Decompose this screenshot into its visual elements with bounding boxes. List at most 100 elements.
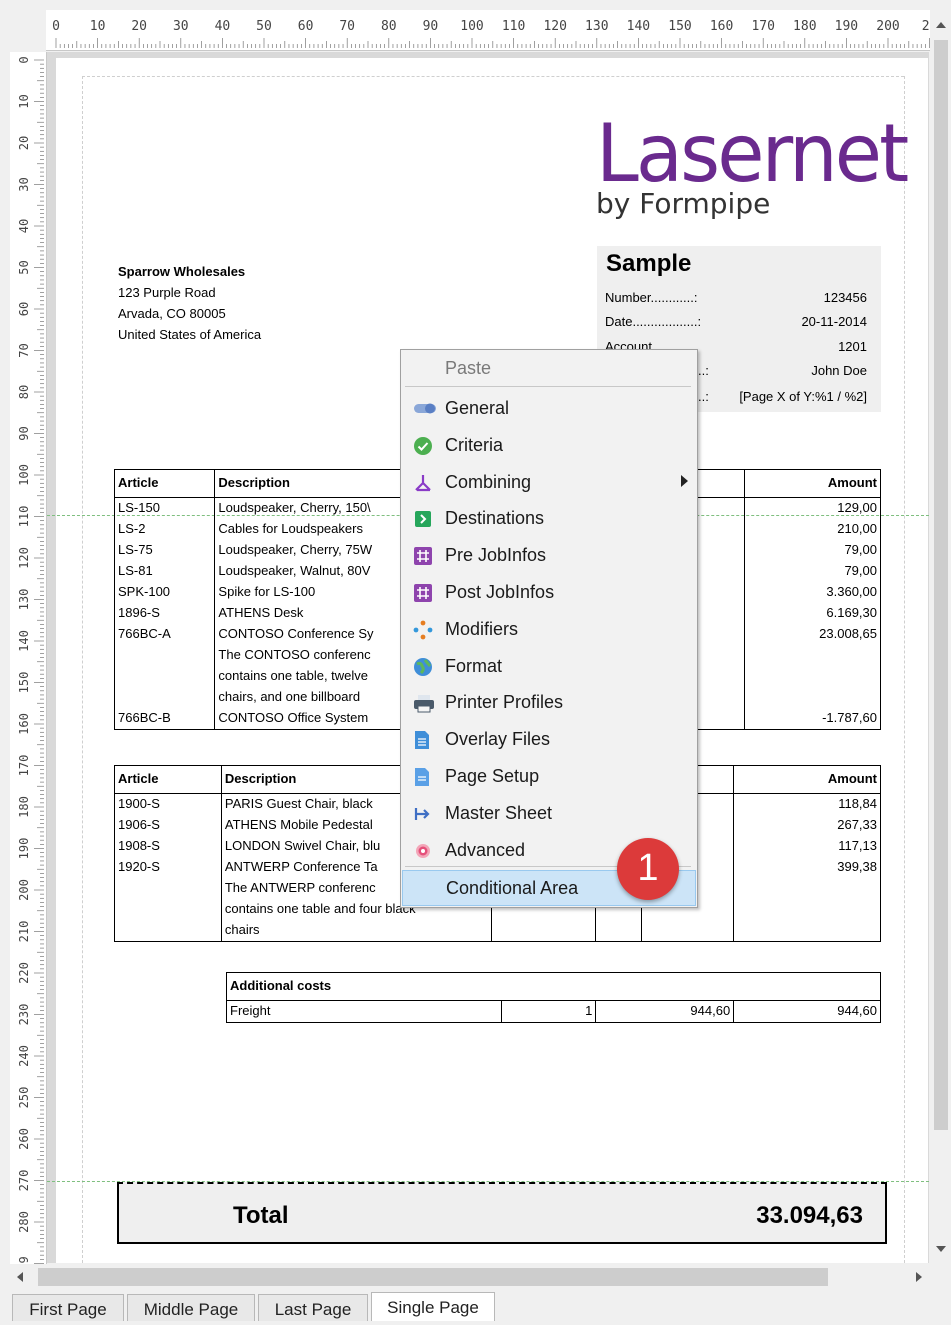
step-badge: 1: [617, 838, 679, 900]
master-sheet-icon: [413, 804, 433, 822]
menu-item-printer-profiles[interactable]: Printer Profiles: [401, 684, 697, 720]
address-line: Arvada, CO 80005: [118, 306, 226, 321]
table-cell: LS-75: [113, 540, 216, 561]
total-label: Total: [233, 1202, 289, 1229]
scroll-up-icon[interactable]: [936, 22, 946, 28]
table-cell: [113, 645, 216, 666]
total-box[interactable]: Total 33.094,63: [117, 1182, 887, 1244]
ruler-label: 120: [17, 547, 31, 569]
sample-value: 1201: [838, 339, 867, 354]
ruler-label: 60: [17, 302, 31, 316]
ruler-label: 150: [17, 672, 31, 694]
ruler-label: 200: [876, 19, 899, 34]
tab-last-page[interactable]: Last Page: [258, 1294, 368, 1321]
ruler-label: 240: [17, 1045, 31, 1067]
table-cell: 1908-S: [114, 836, 222, 857]
page-icon: [413, 767, 433, 786]
ruler-label: 280: [17, 1211, 31, 1233]
menu-item-format[interactable]: Format: [401, 648, 697, 684]
table-cell: 129,00: [744, 497, 881, 519]
ruler-label: 10: [90, 19, 106, 34]
toggle-icon: [413, 399, 436, 417]
context-menu[interactable]: Paste General Criteria Combining Destinatio…: [400, 349, 698, 908]
ruler-label: 230: [17, 1004, 31, 1026]
menu-item-general[interactable]: General: [401, 390, 697, 426]
table-cell: LS-81: [113, 561, 216, 582]
menu-item-label: Advanced: [445, 839, 526, 860]
table-cell: 267,33: [733, 815, 881, 836]
ruler-label: 60: [298, 19, 314, 34]
menu-item-paste[interactable]: Paste: [401, 350, 697, 386]
table-row[interactable]: chairs: [114, 920, 881, 942]
ruler-label: 21: [922, 19, 930, 34]
tab-single-page[interactable]: Single Page: [371, 1292, 495, 1321]
menu-item-label: Criteria: [445, 434, 504, 455]
vertical-scroll-thumb[interactable]: [934, 40, 948, 1130]
menu-item-criteria[interactable]: Criteria: [401, 427, 697, 463]
column-header: Amount: [733, 765, 881, 794]
ruler-label: 90: [17, 426, 31, 440]
table-cell: [733, 920, 881, 942]
scroll-right-icon[interactable]: [916, 1272, 922, 1282]
table-cell: [113, 666, 216, 687]
sample-label: Number............:: [605, 290, 698, 305]
sample-value: [Page X of Y:%1 / %2]: [739, 389, 867, 404]
menu-item-post-jobinfos[interactable]: Post JobInfos: [401, 574, 697, 610]
sample-label: ..:: [698, 363, 709, 378]
margin-guide: [82, 76, 83, 1263]
table-cell: [113, 687, 216, 708]
total-value: 33.094,63: [756, 1202, 863, 1229]
ruler-label: 250: [17, 1087, 31, 1109]
table-cell: [733, 878, 881, 899]
ruler-label: 270: [17, 1170, 31, 1192]
scroll-left-icon[interactable]: [17, 1272, 23, 1282]
horizontal-scroll-thumb[interactable]: [38, 1268, 828, 1286]
table-cell: 1: [500, 1000, 597, 1023]
table-cell: SPK-100: [113, 582, 216, 603]
table-cell: [114, 878, 222, 899]
table-cell: 117,13: [733, 836, 881, 857]
menu-item-overlay-files[interactable]: Overlay Files: [401, 721, 697, 757]
sample-value: 123456: [823, 290, 867, 305]
ruler-label: 50: [17, 260, 31, 274]
table-cell: 766BC-B: [113, 708, 216, 730]
menu-item-destinations[interactable]: Destinations: [401, 500, 697, 536]
table-cell: 1920-S: [114, 857, 222, 878]
menu-item-combining[interactable]: Combining: [401, 464, 697, 500]
ruler-label: 80: [381, 19, 397, 34]
table-cell: [595, 920, 643, 942]
ruler-label: 110: [17, 506, 31, 528]
ruler-label: 150: [668, 19, 691, 34]
ruler-label: 160: [17, 713, 31, 735]
ruler-label: 100: [17, 464, 31, 486]
table-cell: 210,00: [744, 519, 881, 540]
scroll-down-icon[interactable]: [936, 1246, 946, 1252]
ruler-label: 120: [543, 19, 566, 34]
dots-ring-icon: [413, 620, 433, 640]
ruler-label: 170: [751, 19, 774, 34]
printer-icon: [413, 693, 434, 713]
menu-item-label: Destinations: [445, 508, 545, 529]
ruler-label: 180: [17, 796, 31, 818]
globe-icon: [413, 657, 433, 676]
menu-item-modifiers[interactable]: Modifiers: [401, 611, 697, 647]
menu-item-master-sheet[interactable]: Master Sheet: [401, 795, 697, 831]
menu-item-page-setup[interactable]: Page Setup: [401, 758, 697, 794]
logo-brand: Lasernet: [596, 107, 909, 200]
table-cell: LS-2: [113, 519, 216, 540]
menu-item-pre-jobinfos[interactable]: Pre JobInfos: [401, 537, 697, 573]
ruler-label: 100: [460, 19, 483, 34]
table-cell: [744, 645, 881, 666]
ruler-ticks: 0 10 20 30 40 50 60 70 80 90 100 110 120 130 140 150 160…: [52, 19, 930, 48]
table-cell: Freight: [226, 1000, 502, 1023]
ruler-label: 140: [627, 19, 650, 34]
sample-label: ..:: [698, 389, 709, 404]
column-header: Amount: [744, 469, 881, 498]
table-cell: 1896-S: [113, 603, 216, 624]
tab-middle-page[interactable]: Middle Page: [127, 1294, 255, 1321]
sample-label: Date..................:: [605, 314, 702, 329]
ruler-label: 29: [17, 1256, 31, 1264]
table-row[interactable]: Freight 1 944,60 944,60: [226, 1000, 881, 1023]
additional-costs-table[interactable]: Additional costs Freight 1 944,60 944,60: [226, 972, 881, 1023]
tab-first-page[interactable]: First Page: [12, 1294, 124, 1321]
